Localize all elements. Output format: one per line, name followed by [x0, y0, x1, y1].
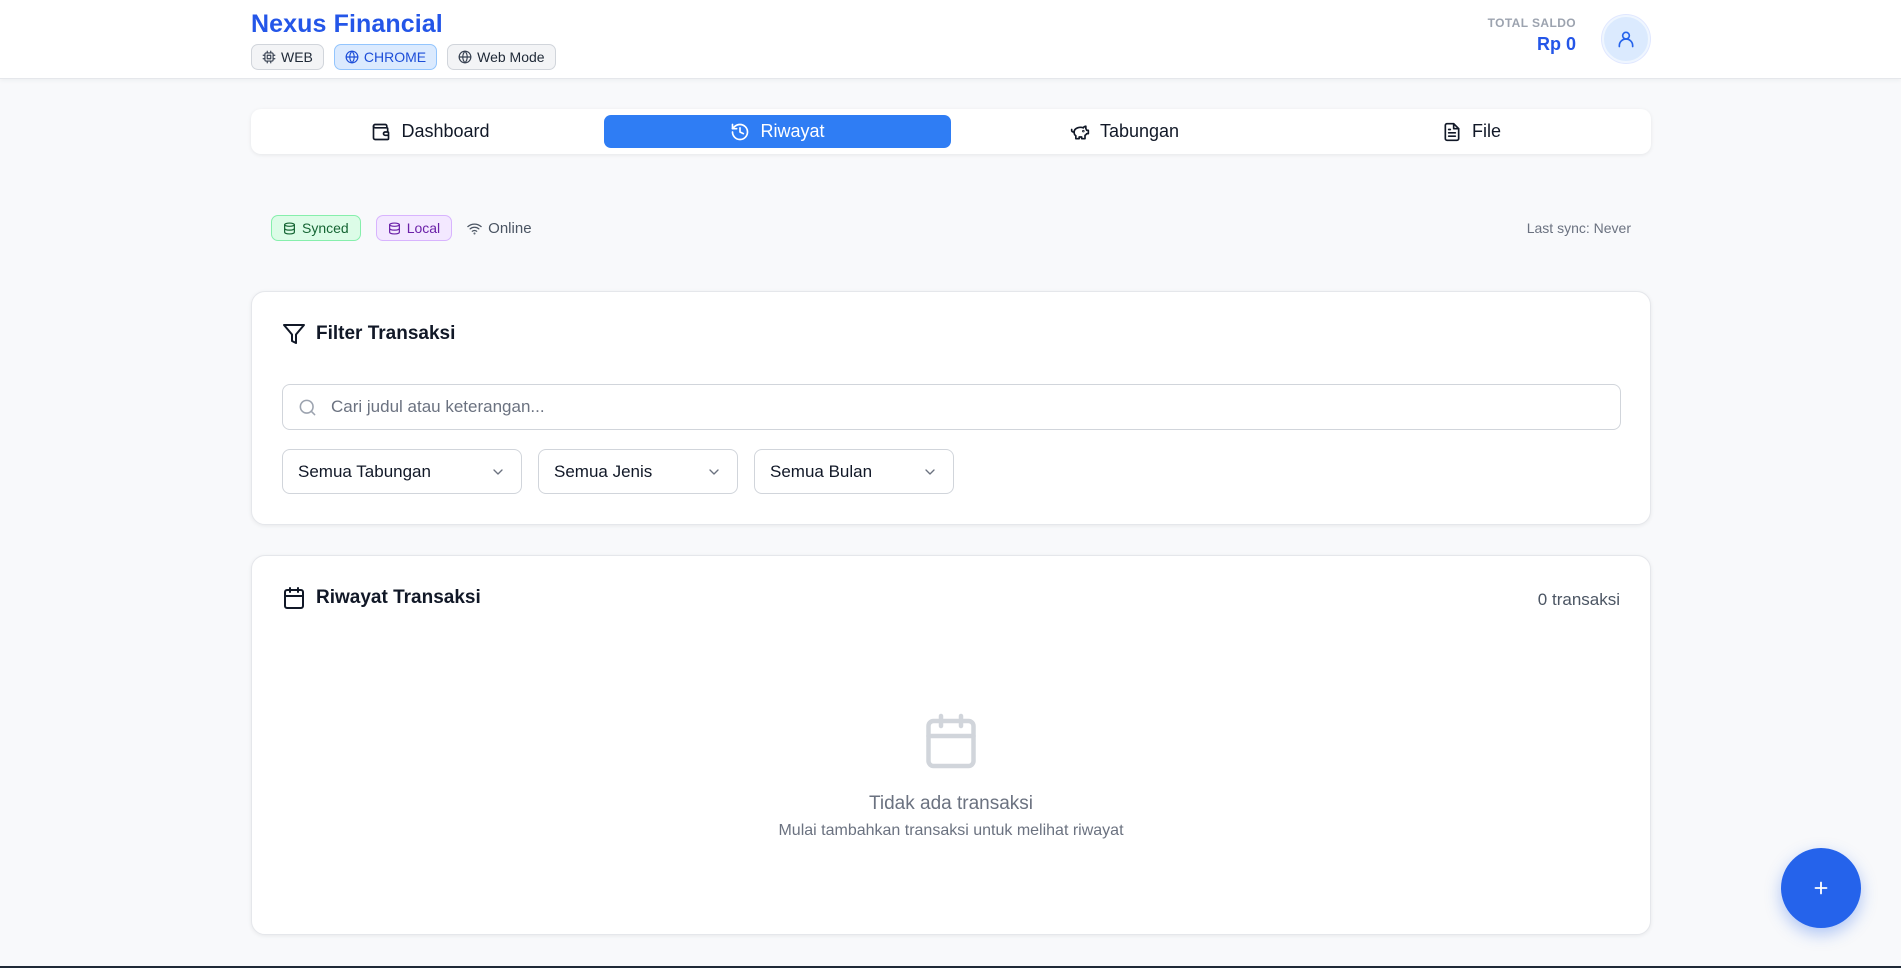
platform-badge-chrome: CHROME	[333, 44, 438, 70]
select-jenis[interactable]: Semua Jenis	[538, 449, 738, 494]
history-title: Riwayat Transaksi	[282, 586, 481, 610]
local-badge: Local	[375, 215, 453, 241]
filter-icon	[282, 322, 306, 346]
tab-tabungan[interactable]: Tabungan	[951, 115, 1298, 148]
online-label: Online	[488, 219, 532, 237]
transaction-count: 0 transaksi	[1537, 590, 1620, 609]
platform-badge-web-mode: Web Mode	[447, 44, 556, 70]
select-tabungan[interactable]: Semua Tabungan	[282, 449, 522, 494]
search-box	[282, 384, 1621, 430]
saldo-label: TOTAL SALDO	[1487, 16, 1576, 30]
online-status: Online	[467, 219, 532, 237]
empty-subtitle: Mulai tambahkan transaksi untuk melihat …	[778, 822, 1124, 839]
cpu-icon	[262, 50, 276, 64]
filter-title-label: Filter Transaksi	[316, 323, 456, 344]
globe-icon	[458, 50, 472, 64]
calendar-icon	[921, 711, 981, 771]
history-icon	[730, 122, 750, 142]
synced-badge: Synced	[271, 215, 361, 241]
saldo-value: Rp 0	[1536, 34, 1576, 54]
app-header: Nexus Financial WEB CHROME Web Mode TOTA…	[0, 0, 1901, 79]
add-transaction-button[interactable]	[1781, 848, 1861, 928]
calendar-icon	[282, 586, 306, 610]
local-label: Local	[406, 220, 441, 236]
main-tabs: Dashboard Riwayat Tabungan File	[251, 109, 1651, 154]
synced-label: Synced	[302, 220, 349, 236]
tab-dashboard[interactable]: Dashboard	[257, 115, 604, 148]
select-value: Semua Tabungan	[298, 461, 431, 481]
platform-badge-label: WEB	[281, 49, 313, 65]
chevron-down-icon	[706, 464, 722, 480]
wallet-icon	[371, 122, 391, 142]
history-title-label: Riwayat Transaksi	[316, 587, 481, 608]
platform-badge-label: CHROME	[363, 49, 427, 65]
database-icon	[388, 221, 401, 235]
history-card: Riwayat Transaksi 0 transaksi Tidak ada …	[251, 555, 1651, 935]
search-input[interactable]	[331, 397, 1611, 417]
tab-label: Tabungan	[1099, 121, 1180, 141]
file-text-icon	[1442, 122, 1462, 142]
tab-label: Riwayat	[760, 121, 825, 141]
chevron-down-icon	[490, 464, 506, 480]
chevron-down-icon	[922, 464, 938, 480]
total-saldo: TOTAL SALDO Rp 0	[1488, 16, 1576, 55]
tab-file[interactable]: File	[1298, 115, 1645, 148]
filter-selects: Semua Tabungan Semua Jenis Semua Bulan	[282, 449, 954, 494]
globe-icon	[345, 50, 359, 64]
piggy-bank-icon	[1070, 122, 1090, 142]
last-sync-text: Last sync: Never	[1526, 220, 1631, 236]
user-avatar-button[interactable]	[1602, 15, 1650, 63]
user-icon	[1616, 29, 1636, 49]
wifi-icon	[467, 221, 482, 236]
filter-title: Filter Transaksi	[282, 322, 455, 346]
platform-badge-web: WEB	[251, 44, 324, 70]
platform-badge-label: Web Mode	[477, 49, 545, 65]
search-icon	[298, 398, 317, 417]
tab-riwayat[interactable]: Riwayat	[604, 115, 951, 148]
tab-label: File	[1471, 121, 1501, 141]
plus-icon	[1810, 877, 1832, 899]
select-value: Semua Bulan	[770, 461, 873, 481]
filter-card: Filter Transaksi Semua Tabungan Semua Je…	[251, 291, 1651, 525]
platform-badges: WEB CHROME Web Mode	[251, 44, 556, 70]
select-bulan[interactable]: Semua Bulan	[754, 449, 954, 494]
database-icon	[283, 221, 296, 235]
empty-title: Tidak ada transaksi	[868, 793, 1034, 814]
empty-state: Tidak ada transaksi Mulai tambahkan tran…	[252, 711, 1650, 840]
tab-label: Dashboard	[401, 121, 490, 141]
sync-status-row: Synced Local Online	[271, 215, 532, 241]
brand-title[interactable]: Nexus Financial	[251, 10, 443, 39]
select-value: Semua Jenis	[554, 461, 653, 481]
